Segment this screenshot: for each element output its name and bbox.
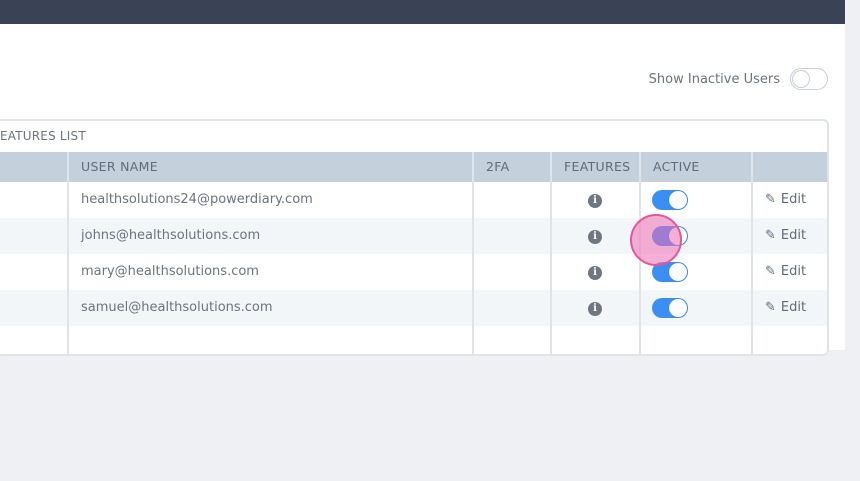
pencil-icon: ✎ (765, 228, 776, 243)
toggle-knob (669, 263, 687, 281)
column-divider (550, 152, 552, 354)
top-bar (0, 0, 845, 24)
twofa-cell (476, 218, 552, 254)
twofa-cell (476, 290, 552, 326)
col-header-2fa[interactable]: 2FA (486, 152, 509, 182)
info-circle-icon[interactable]: i (588, 266, 602, 280)
features-cell: i (588, 218, 602, 254)
features-cell: i (588, 182, 602, 218)
show-inactive-toggle[interactable] (790, 68, 828, 90)
edit-cell: ✎ Edit (765, 254, 806, 290)
column-divider (67, 152, 69, 354)
info-circle-icon[interactable]: i (588, 230, 602, 244)
features-cell: i (588, 254, 602, 290)
edit-button[interactable]: ✎ Edit (765, 290, 806, 326)
user-name-cell: johns@healthsolutions.com (81, 228, 261, 243)
click-indicator (630, 214, 682, 266)
edit-button[interactable]: ✎ Edit (765, 182, 806, 218)
toggle-knob (669, 299, 687, 317)
toggle-knob (792, 70, 810, 88)
column-divider (751, 152, 753, 354)
page-gutter (845, 0, 860, 481)
edit-button[interactable]: ✎ Edit (765, 254, 806, 290)
edit-cell: ✎ Edit (765, 290, 806, 326)
edit-cell: ✎ Edit (765, 218, 806, 254)
info-circle-icon[interactable]: i (588, 194, 602, 208)
col-header-active[interactable]: ACTIVE (653, 152, 700, 182)
edit-cell: ✎ Edit (765, 182, 806, 218)
content-panel: Show Inactive Users EATURES LIST USER NA… (0, 24, 845, 356)
table-row: healthsolutions24@powerdiary.com i ✎ Edit (0, 182, 827, 218)
active-cell (652, 190, 688, 210)
edit-label: Edit (780, 228, 807, 243)
pencil-icon: ✎ (765, 300, 776, 315)
grid-caption: EATURES LIST (0, 129, 86, 143)
show-inactive-control: Show Inactive Users (649, 67, 828, 91)
pencil-icon: ✎ (765, 264, 776, 279)
col-header-features[interactable]: FEATURES (564, 152, 630, 182)
twofa-cell (476, 254, 552, 290)
show-inactive-label: Show Inactive Users (648, 71, 780, 87)
active-toggle[interactable] (652, 190, 688, 210)
table-row: samuel@healthsolutions.com i ✎ Edit (0, 290, 827, 326)
features-cell: i (588, 290, 602, 326)
column-divider (472, 152, 474, 354)
user-name-cell: mary@healthsolutions.com (81, 264, 259, 279)
table-row: mary@healthsolutions.com i ✎ Edit (0, 254, 827, 290)
edit-label: Edit (780, 264, 807, 279)
users-grid: EATURES LIST USER NAME 2FA FEATURES ACTI… (0, 119, 829, 356)
grid-header: USER NAME 2FA FEATURES ACTIVE (0, 152, 827, 182)
active-toggle[interactable] (652, 298, 688, 318)
toggle-knob (669, 191, 687, 209)
pencil-icon: ✎ (765, 192, 776, 207)
col-header-user-name[interactable]: USER NAME (81, 152, 158, 182)
user-name-cell: healthsolutions24@powerdiary.com (81, 192, 313, 207)
active-cell (652, 298, 688, 318)
edit-label: Edit (780, 300, 807, 315)
edit-button[interactable]: ✎ Edit (765, 218, 806, 254)
info-circle-icon[interactable]: i (588, 302, 602, 316)
user-name-cell: samuel@healthsolutions.com (81, 300, 273, 315)
twofa-cell (476, 182, 552, 218)
edit-label: Edit (780, 192, 807, 207)
table-row: johns@healthsolutions.com i ✎ Edit (0, 218, 827, 254)
